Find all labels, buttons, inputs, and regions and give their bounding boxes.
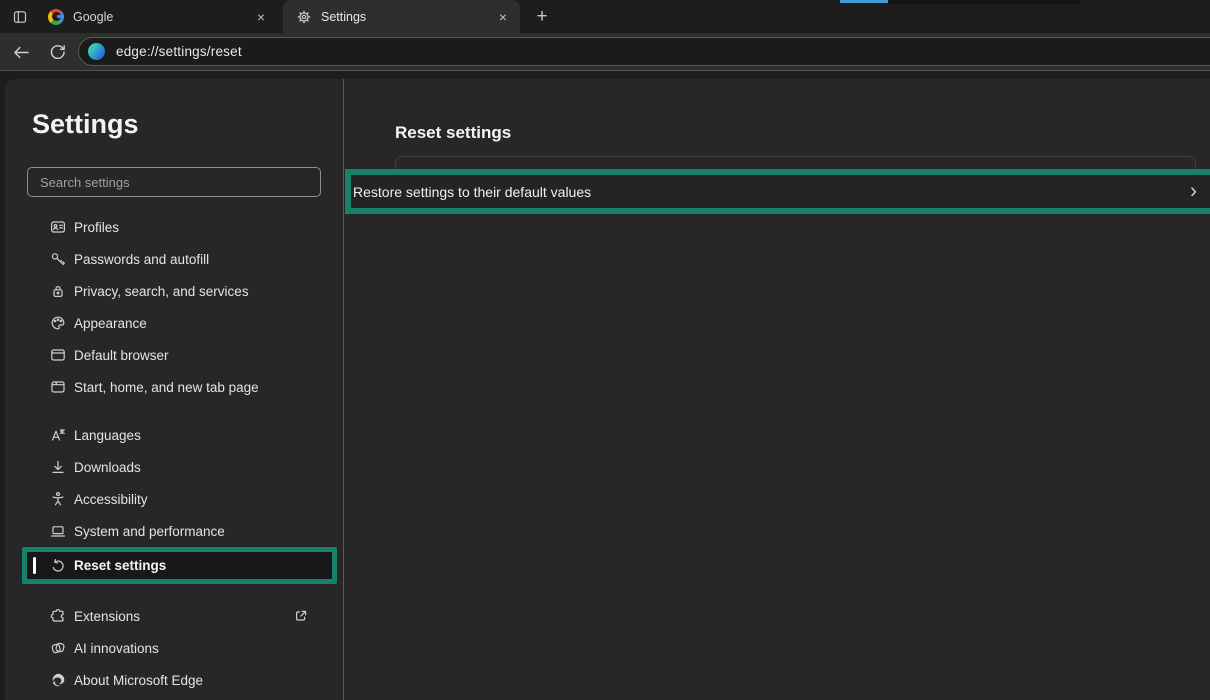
- selected-indicator-bar: [33, 557, 36, 574]
- sidebar-group-3: Extensions AI innovations: [27, 600, 321, 696]
- laptop-icon: [50, 523, 66, 539]
- tab-close-button[interactable]: ×: [494, 8, 512, 26]
- sidebar-item-label: Profiles: [74, 220, 119, 235]
- sidebar-item-label: Downloads: [74, 460, 141, 475]
- refresh-icon: [48, 43, 67, 62]
- sidebar-item-label: About Microsoft Edge: [74, 673, 203, 688]
- sidebar-group-1: Profiles Passwords and autofill Privacy,…: [27, 211, 321, 403]
- tab-google[interactable]: Google ×: [35, 0, 278, 33]
- back-button[interactable]: [8, 39, 34, 65]
- sidebar-item-label: Privacy, search, and services: [74, 284, 249, 299]
- top-dark-strip: [888, 0, 1080, 4]
- tab-settings-active[interactable]: Settings ×: [283, 0, 520, 33]
- sidebar-item-profiles[interactable]: Profiles: [27, 211, 321, 243]
- annotation-box-restore-settings: Restore settings to their default values…: [345, 169, 1210, 214]
- sidebar-item-label: Extensions: [74, 609, 140, 624]
- sidebar-item-label: Reset settings: [74, 558, 166, 573]
- search-settings-input[interactable]: [27, 167, 321, 197]
- sidebar-item-appearance[interactable]: Appearance: [27, 307, 321, 339]
- palette-icon: [50, 315, 66, 331]
- gear-icon: [296, 9, 312, 25]
- sidebar-item-languages[interactable]: Languages: [27, 419, 321, 451]
- edge-logo-icon: [50, 672, 66, 688]
- sidebar-item-label: Languages: [74, 428, 141, 443]
- lock-icon: [50, 283, 66, 299]
- sidebar-item-label: System and performance: [74, 524, 225, 539]
- restore-settings-label: Restore settings to their default values: [351, 184, 591, 200]
- download-arrow-icon: [50, 459, 66, 475]
- sidebar-item-label: Default browser: [74, 348, 169, 363]
- puzzle-icon: [50, 608, 66, 624]
- key-icon: [50, 251, 66, 267]
- reset-arrow-icon: [50, 558, 66, 574]
- settings-page: Settings Profiles: [0, 70, 1210, 700]
- sidebar-item-accessibility[interactable]: Accessibility: [27, 483, 321, 515]
- sidebar-item-downloads[interactable]: Downloads: [27, 451, 321, 483]
- sidebar-item-label: Appearance: [74, 316, 147, 331]
- browser-toolbar: edge://settings/reset: [0, 33, 1210, 70]
- sidebar-item-label: AI innovations: [74, 641, 159, 656]
- accessibility-person-icon: [50, 491, 66, 507]
- sidebar-item-about-edge[interactable]: About Microsoft Edge: [27, 664, 321, 696]
- tab-strip: Google × Settings × +: [0, 0, 1210, 33]
- refresh-button[interactable]: [44, 39, 70, 65]
- browser-window-icon: [50, 347, 66, 363]
- sidebar-nav: Profiles Passwords and autofill Privacy,…: [27, 211, 321, 696]
- sidebar-item-start-home[interactable]: Start, home, and new tab page: [27, 371, 321, 403]
- sidebar-item-ai-innovations[interactable]: AI innovations: [27, 632, 321, 664]
- annotation-box-reset-settings: Reset settings: [22, 547, 337, 584]
- new-tab-button[interactable]: +: [530, 5, 554, 29]
- chevron-right-icon: ›: [1190, 180, 1197, 201]
- tab-actions-icon: [12, 9, 28, 25]
- sidebar-item-label: Accessibility: [74, 492, 148, 507]
- sidebar-item-label: Start, home, and new tab page: [74, 380, 259, 395]
- tab-title: Google: [73, 10, 252, 24]
- external-link-icon: [293, 608, 309, 624]
- sidebar-item-label: Passwords and autofill: [74, 252, 209, 267]
- sidebar-item-privacy[interactable]: Privacy, search, and services: [27, 275, 321, 307]
- settings-sidebar: Settings Profiles: [5, 79, 343, 700]
- translate-icon: [50, 427, 66, 443]
- new-tab-page-icon: [50, 379, 66, 395]
- sidebar-group-2: Languages Downloads Accessibility: [27, 419, 321, 584]
- tab-title: Settings: [321, 10, 494, 24]
- sidebar-item-default-browser[interactable]: Default browser: [27, 339, 321, 371]
- tab-actions-menu-button[interactable]: [8, 6, 32, 28]
- google-favicon-icon: [48, 9, 64, 25]
- back-arrow-icon: [12, 43, 31, 62]
- url-text: edge://settings/reset: [116, 44, 242, 59]
- copilot-icon: [50, 640, 66, 656]
- sidebar-item-reset-settings[interactable]: Reset settings: [27, 552, 332, 579]
- sidebar-item-extensions[interactable]: Extensions: [27, 600, 321, 632]
- page-title: Reset settings: [395, 123, 511, 143]
- tab-close-button[interactable]: ×: [252, 8, 270, 26]
- sidebar-item-passwords[interactable]: Passwords and autofill: [27, 243, 321, 275]
- sidebar-item-system[interactable]: System and performance: [27, 515, 321, 547]
- profiles-card-icon: [50, 219, 66, 235]
- top-blue-strip: [840, 0, 888, 3]
- restore-settings-row[interactable]: Restore settings to their default values: [351, 184, 591, 200]
- sidebar-title: Settings: [32, 109, 321, 140]
- address-bar[interactable]: edge://settings/reset: [78, 37, 1210, 66]
- edge-favicon-icon: [88, 43, 105, 60]
- settings-panel: Settings Profiles: [5, 79, 1210, 700]
- main-content: Reset settings Restore settings to their…: [344, 79, 1210, 700]
